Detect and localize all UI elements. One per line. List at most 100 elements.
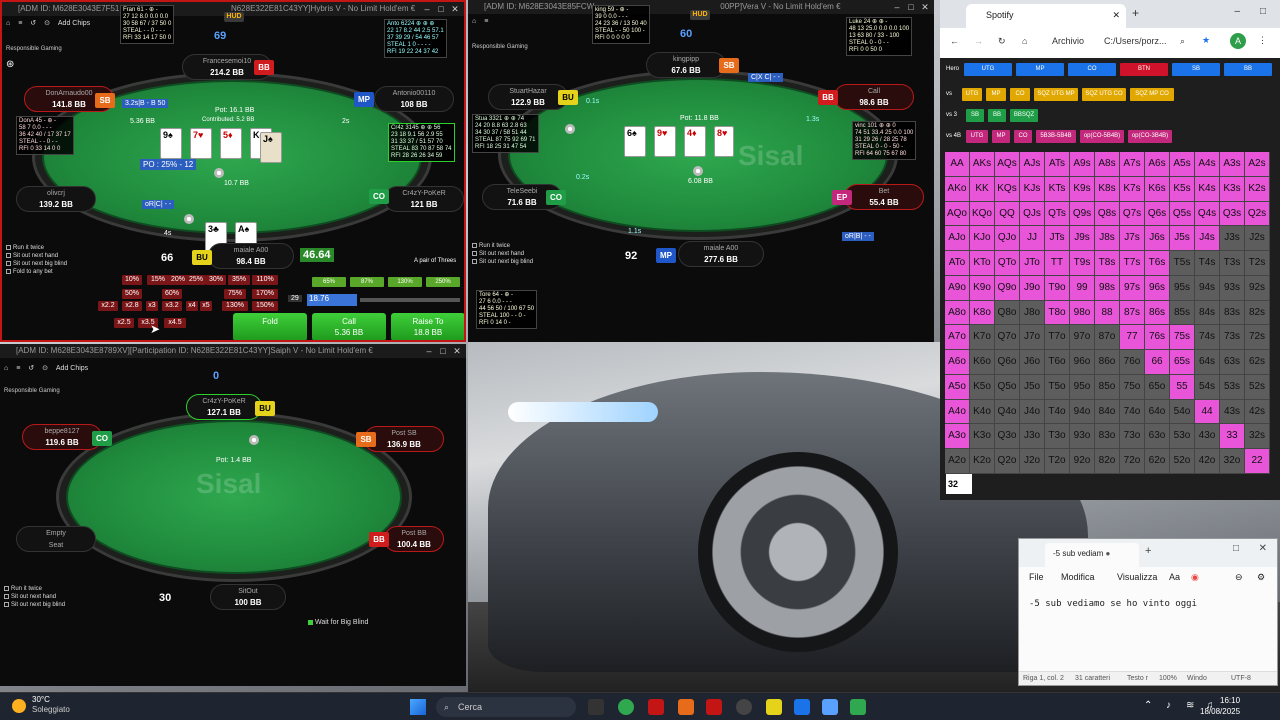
range-cell[interactable]: JJ <box>1020 226 1045 252</box>
range-cell[interactable]: TT <box>1045 251 1070 276</box>
range-cell[interactable]: KJs <box>1020 176 1045 202</box>
player-seat[interactable]: Cr4zY-PoKeR 121 BB <box>384 186 464 212</box>
back-icon[interactable]: ↺ <box>30 17 36 31</box>
range-cell[interactable]: T5o <box>1045 374 1070 400</box>
range-cell[interactable]: 42s <box>1245 399 1270 425</box>
range-cell[interactable]: 82s <box>1245 300 1270 326</box>
range-cell[interactable]: 93o <box>1070 424 1095 450</box>
profile-avatar[interactable]: A <box>1230 33 1246 49</box>
range-cell[interactable]: 83o <box>1095 424 1120 450</box>
range-cell[interactable]: A5o <box>945 374 970 400</box>
menu-icon[interactable]: ≡ <box>484 15 488 29</box>
responsible-gaming-link[interactable]: Responsible Gaming <box>6 46 62 52</box>
sit-out-next-bb-checkbox[interactable]: Sit out next big blind <box>4 601 65 609</box>
range-cell[interactable]: 65o <box>1145 374 1170 400</box>
raise-size-button[interactable]: x2.2 <box>98 301 118 311</box>
range-cell[interactable]: 43s <box>1220 399 1245 425</box>
range-cell[interactable]: K5o <box>970 374 995 400</box>
range-cell[interactable]: 92s <box>1245 275 1270 301</box>
pot-pct-button[interactable]: 65% <box>312 277 346 287</box>
range-cell[interactable]: Q2s <box>1245 201 1270 227</box>
file-explorer-icon[interactable] <box>766 699 782 715</box>
range-cell[interactable]: 92o <box>1070 449 1095 474</box>
position-button[interactable]: BB <box>1224 63 1272 76</box>
menu-icon[interactable]: ⋮ <box>1258 35 1267 46</box>
add-chips-button[interactable]: Add Chips <box>58 17 90 31</box>
raise-size-button[interactable]: x5 <box>200 301 212 311</box>
player-seat[interactable]: Post BB 100.4 BB <box>384 526 444 552</box>
range-cell[interactable]: K4s <box>1195 176 1220 202</box>
range-cell[interactable]: J3o <box>1020 424 1045 450</box>
bet-size-button[interactable]: 35% <box>228 275 250 285</box>
range-cell[interactable]: 74s <box>1195 325 1220 351</box>
bet-size-button[interactable]: 20% <box>168 275 188 285</box>
chrome-icon[interactable] <box>618 699 634 715</box>
range-cell[interactable]: KK <box>970 176 995 202</box>
player-seat[interactable]: beppe8127 119.6 BB <box>22 424 102 450</box>
range-cell[interactable]: 97o <box>1070 325 1095 351</box>
range-cell[interactable]: QQ <box>995 201 1020 227</box>
range-cell[interactable]: 62o <box>1145 449 1170 474</box>
vs4b-button[interactable]: op(CO-5B4B) <box>1080 130 1124 143</box>
range-cell[interactable]: K9s <box>1070 176 1095 202</box>
range-cell[interactable]: Q8o <box>995 300 1020 326</box>
range-cell[interactable]: 55 <box>1170 374 1195 400</box>
run-it-twice-checkbox[interactable]: Run it twice <box>6 244 44 252</box>
range-cell[interactable]: 32s <box>1245 424 1270 450</box>
maximize-button[interactable]: □ <box>904 0 918 14</box>
text-format-icon[interactable]: Aa <box>1169 567 1180 587</box>
close-tab-icon[interactable]: ✕ <box>1112 4 1120 26</box>
maximize-button[interactable]: □ <box>434 2 448 16</box>
range-cell[interactable]: 86o <box>1095 350 1120 375</box>
history-icon[interactable]: ⊙ <box>44 17 50 31</box>
range-cell[interactable]: 64s <box>1195 350 1220 375</box>
range-cell[interactable]: T3o <box>1045 424 1070 450</box>
range-cell[interactable]: A6o <box>945 350 970 375</box>
menu-icon[interactable]: ≡ <box>16 362 20 376</box>
range-cell[interactable]: 93s <box>1220 275 1245 301</box>
maximize-button[interactable]: □ <box>1260 6 1266 17</box>
range-cell[interactable]: 82o <box>1095 449 1120 474</box>
vs4b-button[interactable]: UTG <box>966 130 988 143</box>
range-cell[interactable]: 86s <box>1145 300 1170 326</box>
player-seat[interactable]: Post SB 136.9 BB <box>364 426 444 452</box>
raise-size-button[interactable]: x2.5 <box>114 318 134 328</box>
range-cell[interactable]: 96s <box>1145 275 1170 301</box>
hud-stats-vinc[interactable]: vinc 101 ⊕ ⊕ 0 74 51 33.4 25 0.0 100 31 … <box>852 121 917 160</box>
range-cell[interactable]: A3o <box>945 424 970 450</box>
range-cell[interactable]: 73o <box>1120 424 1145 450</box>
player-seat[interactable]: Cr4zY-PoKeR 127.1 BB <box>186 394 262 420</box>
home-icon[interactable]: ⌂ <box>1022 36 1027 46</box>
player-seat[interactable]: Antonio00110 108 BB <box>374 86 454 112</box>
range-cell[interactable]: T8o <box>1045 300 1070 326</box>
sit-out-next-hand-checkbox[interactable]: Sit out next hand <box>4 593 56 601</box>
range-cell[interactable]: A7o <box>945 325 970 351</box>
range-cell[interactable]: 94s <box>1195 275 1220 301</box>
range-cell[interactable]: K2o <box>970 449 995 474</box>
range-cell[interactable]: KTs <box>1045 176 1070 202</box>
range-cell[interactable]: T7o <box>1045 325 1070 351</box>
hero-seat[interactable]: maiale A00 277.6 BB <box>678 241 764 267</box>
run-it-twice-checkbox[interactable]: Run it twice <box>472 242 510 250</box>
vs-button[interactable]: SQZ MP CO <box>1130 88 1174 101</box>
app-icon[interactable] <box>678 699 694 715</box>
bet-size-button[interactable]: 170% <box>252 289 278 299</box>
range-cell[interactable]: 75o <box>1120 374 1145 400</box>
wait-for-bb-checkbox[interactable]: Wait for Big Blind <box>308 619 368 627</box>
range-cell[interactable]: K7s <box>1120 176 1145 202</box>
position-button[interactable]: SB <box>1172 63 1220 76</box>
range-cell[interactable]: Q9s <box>1070 201 1095 227</box>
range-cell[interactable]: 32o <box>1220 449 1245 474</box>
copilot-icon[interactable]: ◉ <box>1191 567 1199 587</box>
notepad-tab[interactable]: -5 sub vediam ● <box>1045 543 1139 567</box>
range-cell[interactable]: T6s <box>1145 251 1170 276</box>
vs-button[interactable]: CO <box>1010 88 1030 101</box>
range-cell[interactable]: AJs <box>1020 152 1045 177</box>
hud-stats-cr4z[interactable]: Cr4z 3145 ⊕ ⊕ 56 23 18 9.1 56 2.9 55 31 … <box>388 123 455 162</box>
weather-icon[interactable] <box>12 699 26 713</box>
player-seat[interactable]: StuartHazar 122.9 BB <box>488 84 568 110</box>
sit-out-next-hand-checkbox[interactable]: Sit out next hand <box>472 250 524 258</box>
vs4b-button[interactable]: CO <box>1014 130 1032 143</box>
vs4b-button[interactable]: MP <box>992 130 1010 143</box>
range-cell[interactable]: T9s <box>1070 251 1095 276</box>
